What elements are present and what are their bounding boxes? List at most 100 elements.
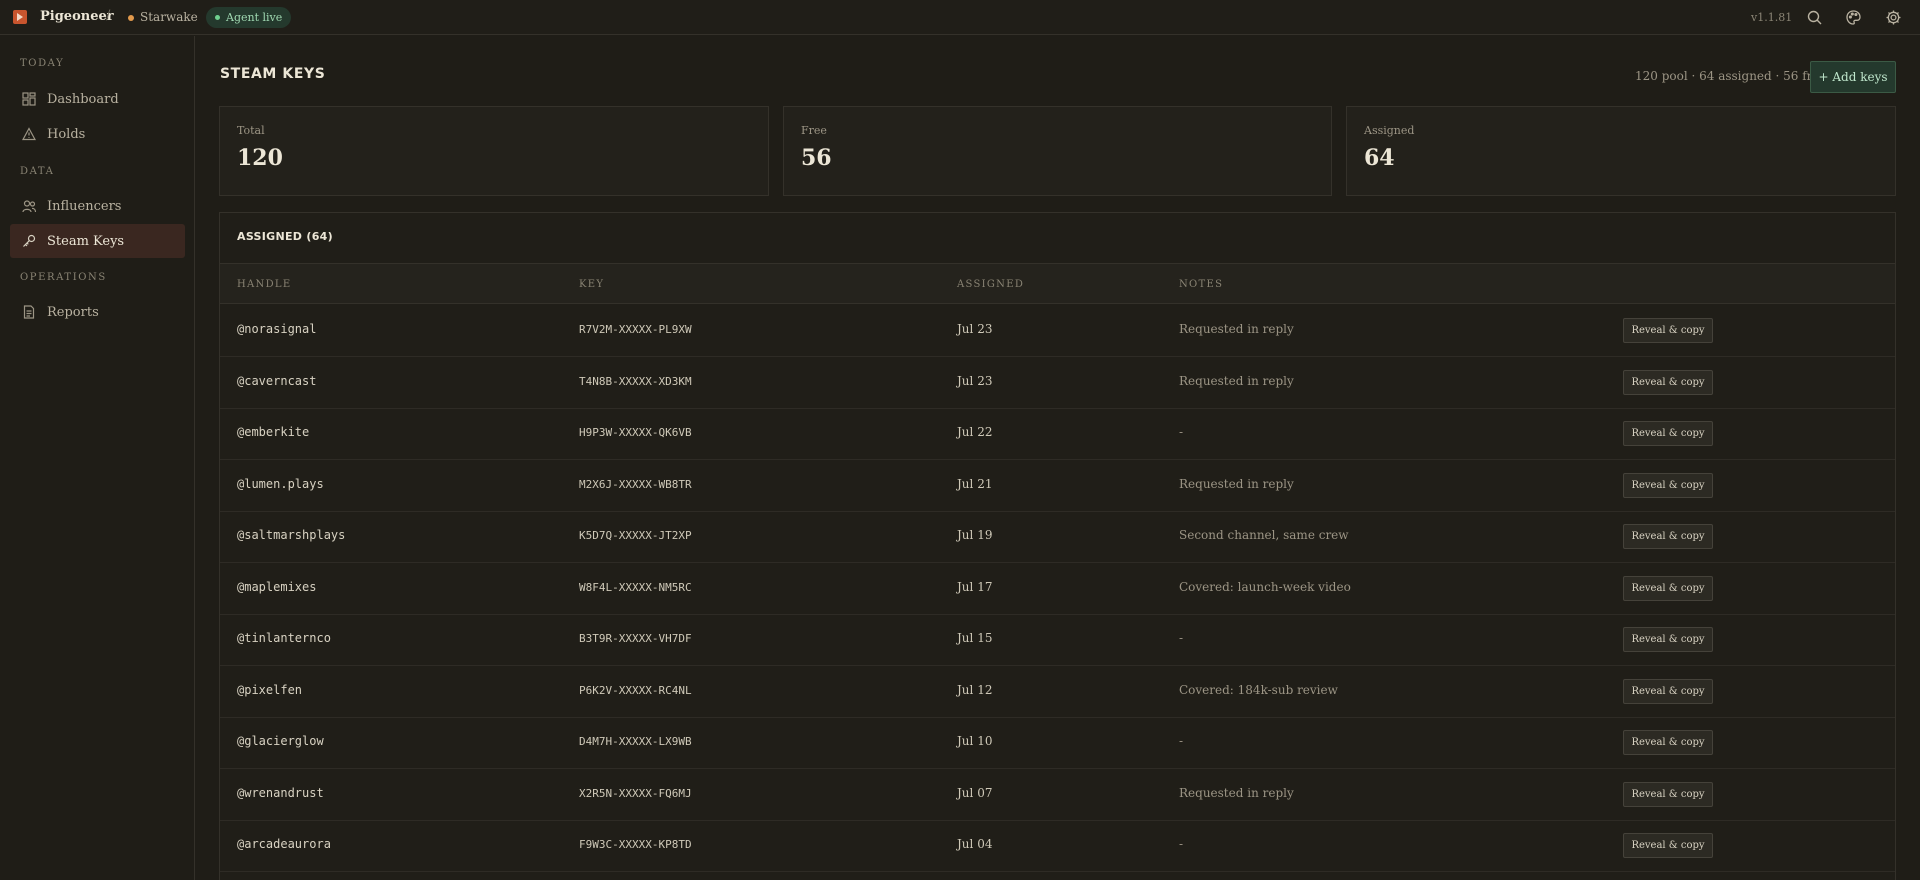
- add-keys-button[interactable]: + Add keys: [1810, 61, 1896, 93]
- stat-label: Total: [237, 124, 265, 137]
- palette-icon[interactable]: [1845, 9, 1862, 26]
- sidebar-item-label: Holds: [47, 126, 86, 142]
- table-row: @arcadeaurora F9W3C-XXXXX-KP8TD Jul 04 - Rev…: [220, 820, 1895, 872]
- stat-label: Assigned: [1364, 124, 1415, 137]
- stat-value: 56: [801, 145, 832, 171]
- table-header: HANDLE KEY ASSIGNED NOTES: [220, 263, 1895, 304]
- reveal-copy-button[interactable]: Reveal & copy: [1623, 627, 1713, 652]
- sidebar-item-dashboard[interactable]: Dashboard: [10, 82, 185, 116]
- key-cell: B3T9R-XXXXX-VH7DF: [579, 632, 692, 645]
- sidebar-item-reports[interactable]: Reports: [10, 295, 185, 329]
- reveal-copy-button[interactable]: Reveal & copy: [1623, 575, 1713, 601]
- gear-icon[interactable]: [1885, 9, 1902, 26]
- key-cell: P6K2V-XXXXX-RC4NL: [579, 683, 692, 697]
- search-icon[interactable]: [1806, 9, 1823, 26]
- notes-cell: Covered: 184k-sub review: [1179, 682, 1338, 697]
- reveal-copy-button[interactable]: Reveal & copy: [1623, 421, 1713, 446]
- reveal-copy-button[interactable]: Reveal & copy: [1623, 833, 1713, 858]
- reveal-copy-button[interactable]: Reveal & copy: [1623, 678, 1713, 704]
- notes-cell: -: [1179, 631, 1184, 645]
- notes-cell: -: [1179, 734, 1184, 748]
- breadcrumb-separator: /: [106, 8, 111, 23]
- sidebar-item-label: Steam Keys: [47, 233, 125, 249]
- notes-cell: Requested in reply: [1179, 785, 1294, 800]
- assigned-date-cell: Jul 23: [957, 373, 993, 388]
- handle-cell: @glacierglow: [237, 734, 324, 748]
- reveal-copy-button[interactable]: Reveal & copy: [1623, 781, 1713, 807]
- table-row: @saltmarshplays K5D7Q-XXXXX-JT2XP Jul 19 Se…: [220, 511, 1895, 563]
- column-header-assigned[interactable]: ASSIGNED: [957, 279, 1024, 290]
- notes-cell: -: [1179, 425, 1184, 439]
- table-row: @lumen.plays M2X6J-XXXXX-WB8TR Jul 21 Reque…: [220, 460, 1895, 512]
- document-icon: [22, 305, 36, 319]
- reveal-copy-button[interactable]: Reveal & copy: [1623, 524, 1713, 549]
- handle-cell: @maplemixes: [237, 579, 317, 594]
- page-title: STEAM KEYS: [220, 66, 326, 82]
- grid-icon: [22, 92, 36, 106]
- reveal-copy-button[interactable]: Reveal & copy: [1623, 730, 1713, 755]
- handle-cell: @emberkite: [237, 425, 310, 439]
- reveal-copy-button[interactable]: Reveal & copy: [1623, 472, 1713, 498]
- pool-summary: 120 pool · 64 assigned · 56 free: [1635, 69, 1827, 83]
- sidebar: TODAY Dashboard Holds DATA Influencers S…: [0, 36, 195, 880]
- project-name[interactable]: Starwake: [140, 10, 198, 24]
- key-cell: H9P3W-XXXXX-QK6VB: [579, 426, 692, 439]
- top-bar: Pigeoneer / Starwake Agent live v1.1.81: [0, 0, 1920, 35]
- assigned-date-cell: Jul 15: [957, 631, 993, 645]
- version-label: v1.1.81: [1751, 11, 1793, 24]
- stat-card-assigned: Assigned 64: [1346, 106, 1896, 196]
- stat-value: 64: [1364, 145, 1395, 171]
- sidebar-item-holds[interactable]: Holds: [10, 117, 185, 151]
- reveal-copy-button[interactable]: Reveal & copy: [1623, 318, 1713, 343]
- notes-cell: Second channel, same crew: [1179, 528, 1349, 542]
- assigned-date-cell: Jul 12: [957, 682, 993, 697]
- notes-cell: -: [1179, 837, 1184, 851]
- table-row: @caverncast T4N8B-XXXXX-XD3KM Jul 23 Reques…: [220, 357, 1895, 409]
- sidebar-item-label: Reports: [47, 304, 99, 320]
- key-cell: D4M7H-XXXXX-LX9WB: [579, 735, 692, 748]
- table-row: @maplemixes W8F4L-XXXXX-NM5RC Jul 17 Covere…: [220, 563, 1895, 615]
- warning-icon: [21, 127, 37, 141]
- sidebar-item-label: Influencers: [47, 198, 122, 214]
- key-cell: K5D7Q-XXXXX-JT2XP: [579, 529, 692, 542]
- handle-cell: @lumen.plays: [237, 476, 324, 491]
- handle-cell: @arcadeaurora: [237, 837, 331, 851]
- assigned-date-cell: Jul 22: [957, 425, 993, 439]
- assigned-keys-panel: ASSIGNED (64) HANDLE KEY ASSIGNED NOTES …: [219, 212, 1896, 880]
- sidebar-item-influencers[interactable]: Influencers: [10, 189, 185, 223]
- table-row: @norasignal R7V2M-XXXXX-PL9XW Jul 23 Reques…: [220, 305, 1895, 357]
- sidebar-section-today: TODAY: [20, 58, 65, 69]
- agent-status-badge: Agent live: [206, 7, 292, 28]
- key-cell: F9W3C-XXXXX-KP8TD: [579, 838, 692, 851]
- notes-cell: Requested in reply: [1179, 373, 1294, 388]
- assigned-date-cell: Jul 23: [957, 322, 993, 336]
- handle-cell: @saltmarshplays: [237, 528, 346, 542]
- table-row: @pixelfen P6K2V-XXXXX-RC4NL Jul 12 Covered:…: [220, 666, 1895, 718]
- table-row: @glacierglow D4M7H-XXXXX-LX9WB Jul 10 - Reve…: [220, 717, 1895, 769]
- handle-cell: @wrenandrust: [237, 785, 324, 800]
- notes-cell: Requested in reply: [1179, 476, 1294, 491]
- assigned-date-cell: Jul 07: [957, 785, 993, 800]
- brand-name[interactable]: Pigeoneer: [40, 9, 114, 24]
- column-header-notes[interactable]: NOTES: [1179, 279, 1223, 290]
- reveal-copy-button[interactable]: Reveal & copy: [1623, 369, 1713, 395]
- key-cell: M2X6J-XXXXX-WB8TR: [579, 477, 692, 491]
- table-row: @emberkite H9P3W-XXXXX-QK6VB Jul 22 - Reveal…: [220, 408, 1895, 460]
- sidebar-item-steam-keys[interactable]: Steam Keys: [10, 224, 185, 258]
- pigeoneer-logo-icon[interactable]: [13, 10, 27, 24]
- panel-title: ASSIGNED (64): [237, 230, 333, 243]
- stat-card-free: Free 56: [783, 106, 1332, 196]
- sidebar-section-operations: OPERATIONS: [20, 272, 107, 283]
- key-cell: R7V2M-XXXXX-PL9XW: [579, 323, 692, 336]
- handle-cell: @pixelfen: [237, 682, 303, 697]
- column-header-key[interactable]: KEY: [579, 279, 604, 290]
- users-icon: [22, 199, 37, 213]
- column-header-handle[interactable]: HANDLE: [237, 279, 291, 290]
- key-icon: [22, 234, 36, 248]
- stat-card-total: Total 120: [219, 106, 769, 196]
- assigned-date-cell: Jul 17: [957, 579, 993, 594]
- notes-cell: Requested in reply: [1179, 322, 1294, 336]
- table-row: @tinlanternco B3T9R-XXXXX-VH7DF Jul 15 - Rev…: [220, 614, 1895, 666]
- project-status-dot: [128, 15, 134, 21]
- stat-label: Free: [801, 124, 827, 137]
